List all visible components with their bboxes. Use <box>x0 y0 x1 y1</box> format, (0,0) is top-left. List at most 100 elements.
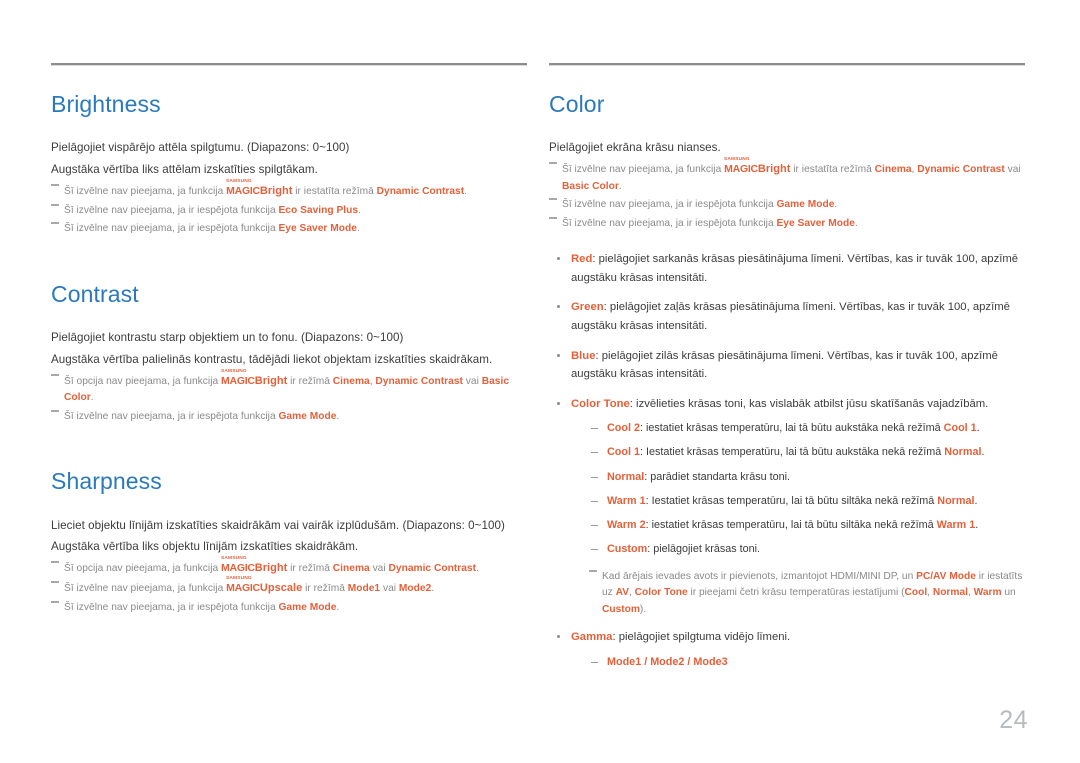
subitem-text: : parādiet standarta krāsu toni. <box>644 470 791 483</box>
note-text-post: . <box>336 601 340 613</box>
samsung-magic-logo: SAMSUNG MAGIC <box>221 556 255 574</box>
note-text: Šī izvēlne nav pieejama, ja ir iespējota… <box>64 601 279 613</box>
ref-warm-1: Warm 1 <box>936 519 976 532</box>
left-column-top-rule <box>51 63 527 66</box>
sharpness-body-line-2: Augstāka vērtība liks objektu līnijām iz… <box>51 540 359 554</box>
term-dynamic-contrast: Dynamic Contrast <box>375 375 463 387</box>
note-text-post: . <box>431 583 435 595</box>
term-cool-1: Cool 1 <box>607 446 640 459</box>
note-text-mid: ir iestatīta režīmā <box>790 164 875 176</box>
note-text: Šī izvēlne nav pieejama, ja funkcija <box>64 583 227 595</box>
note-text: Šī izvēlne nav pieejama, ja ir iespējota… <box>64 410 279 422</box>
term-basic-color: Basic Color <box>562 180 619 192</box>
subitem-post: . <box>976 422 980 435</box>
sharpness-note-2: Šī izvēlne nav pieejama, ja funkcija SAM… <box>51 575 527 598</box>
list-item-green: Green: pielāgojiet zaļās krāsas piesātin… <box>549 298 1025 335</box>
term-eco-saving-plus: Eco Saving Plus <box>278 204 359 216</box>
note-text: Šī izvēlne nav pieejama, ja ir iespējota… <box>64 223 279 235</box>
term-dynamic-contrast: Dynamic Contrast <box>388 563 477 575</box>
list-item-text: : pielāgojiet spilgtuma vidējo līmeni. <box>612 631 791 644</box>
term-eye-saver-mode: Eye Saver Mode <box>776 217 855 229</box>
dash-marker-icon <box>51 561 59 564</box>
term-color-tone: Color Tone <box>634 587 688 599</box>
bullet-dot-icon <box>557 257 560 261</box>
samsung-magic-logo: SAMSUNG MAGIC <box>724 156 758 176</box>
list-item-warm-1: Warm 1: Iestatiet krāsas temperatūru, la… <box>588 493 1025 510</box>
note-text: Šī izvēlne nav pieejama, ja ir iespējota… <box>562 217 777 229</box>
note-text-mid: ir režīmā <box>287 375 333 387</box>
gamma-modes-text: Mode1 / Mode2 / Mode3 <box>607 655 728 668</box>
page-number: 24 <box>999 706 1028 734</box>
term-game-mode: Game Mode <box>776 199 835 211</box>
note-text-mid: ir iestatīta režīmā <box>292 185 377 197</box>
section-color: Color Pielāgojiet ekrāna krāsu nianses. … <box>549 91 1025 671</box>
color-note-3: Šī izvēlne nav pieejama, ja ir iespējota… <box>549 216 1025 233</box>
list-item-normal: Normal: parādiet standarta krāsu toni. <box>588 469 1025 486</box>
note-text-post: . <box>854 217 858 229</box>
note-text: Šī izvēlne nav pieejama, ja funkcija <box>64 185 227 197</box>
samsung-magic-logo: SAMSUNG MAGIC <box>226 178 260 197</box>
samsung-magic-logo: SAMSUNG MAGIC <box>221 368 255 387</box>
term-normal: Normal <box>607 470 645 483</box>
note-text: Šī opcija nav pieejama, ja funkcija <box>64 375 222 387</box>
dash-marker-icon <box>51 409 59 412</box>
dash-marker-icon <box>549 162 557 165</box>
brightness-body-line-1: Pielāgojiet vispārējo attēla spilgtumu. … <box>51 141 350 155</box>
brightness-body-line-2: Augstāka vērtība liks attēlam izskatītie… <box>51 163 318 177</box>
subitem-text: : Iestatiet krāsas temperatūru, lai tā b… <box>645 494 938 507</box>
section-contrast: Contrast Pielāgojiet kontrastu starp obj… <box>51 280 527 426</box>
note-mid-3: ir pieejami četri krāsu temperatūras ies… <box>687 587 905 599</box>
note-text: Šī izvēlne nav pieejama, ja funkcija <box>562 164 725 176</box>
brightness-note-1: Šī izvēlne nav pieejama, ja funkcija SAM… <box>51 178 527 201</box>
en-dash-marker-icon <box>591 525 598 527</box>
magic-wordmark: MAGIC <box>226 582 260 595</box>
samsung-wordmark: SAMSUNG <box>226 575 252 581</box>
term-warm: Warm <box>973 587 1002 599</box>
term-warm-2: Warm 2 <box>607 519 646 532</box>
list-item-warm-2: Warm 2: iestatiet krāsas temperatūru, la… <box>588 517 1025 534</box>
page-title-sharpness: Sharpness <box>51 468 162 495</box>
term-cinema: Cinema <box>332 563 370 575</box>
dash-marker-icon <box>51 222 59 225</box>
section-brightness: Brightness Pielāgojiet vispārējo attēla … <box>51 91 527 238</box>
term-dynamic-contrast: Dynamic Contrast <box>917 164 1005 176</box>
dash-marker-icon <box>51 373 59 376</box>
right-column: Color Pielāgojiet ekrāna krāsu nianses. … <box>549 63 1025 671</box>
note-text-post: ). <box>639 603 647 615</box>
dash-marker-icon <box>549 216 557 219</box>
note-text-post: . <box>476 563 479 575</box>
magic-wordmark: MAGIC <box>226 184 260 197</box>
note-text: Šī izvēlne nav pieejama, ja ir iespējota… <box>64 204 279 216</box>
note-sep-1: vai <box>380 583 399 595</box>
sharpness-note-3: Šī izvēlne nav pieejama, ja ir iespējota… <box>51 600 527 617</box>
term-cinema: Cinema <box>874 164 912 176</box>
term-custom: Custom <box>607 543 648 556</box>
page-title-contrast: Contrast <box>51 280 139 307</box>
en-dash-marker-icon <box>591 452 598 454</box>
list-item-text: : pielāgojiet zaļās krāsas piesātinājuma… <box>571 301 1010 332</box>
list-item-custom: Custom: pielāgojiet krāsas toni. <box>588 541 1025 558</box>
ref-cool-1: Cool 1 <box>943 422 977 435</box>
list-item-cool-1: Cool 1: Iestatiet krāsas temperatūru, la… <box>588 444 1025 461</box>
contrast-note-1: Šī opcija nav pieejama, ja funkcija SAMS… <box>51 368 527 407</box>
color-note-2: Šī izvēlne nav pieejama, ja ir iespējota… <box>549 197 1025 214</box>
brightness-note-2: Šī izvēlne nav pieejama, ja ir iespējota… <box>51 203 527 220</box>
term-av: AV <box>615 587 629 599</box>
list-item-cool-2: Cool 2: iestatiet krāsas temperatūru, la… <box>588 420 1025 437</box>
ref-normal: Normal <box>937 494 975 507</box>
color-note-1: Šī izvēlne nav pieejama, ja funkcija SAM… <box>549 156 1025 195</box>
note-text-post: . <box>336 410 340 422</box>
term-cinema: Cinema <box>332 375 370 387</box>
list-item-text: : pielāgojiet sarkanās krāsas piesātināj… <box>571 253 1019 284</box>
magic-wordmark: MAGIC <box>724 163 758 176</box>
subitem-post: . <box>974 494 978 507</box>
en-dash-marker-icon <box>591 500 598 502</box>
note-text: Kad ārējais ievades avots ir pievienots,… <box>602 570 917 582</box>
left-column: Brightness Pielāgojiet vispārējo attēla … <box>51 63 527 616</box>
contrast-body-line-1: Pielāgojiet kontrastu starp objektiem un… <box>51 331 404 344</box>
note-text-post: . <box>358 204 361 216</box>
note-text-post: . <box>464 185 467 197</box>
term-normal: Normal <box>932 587 968 599</box>
term-red: Red <box>571 253 593 266</box>
subitem-text: : pielāgojiet krāsas toni. <box>647 543 761 556</box>
